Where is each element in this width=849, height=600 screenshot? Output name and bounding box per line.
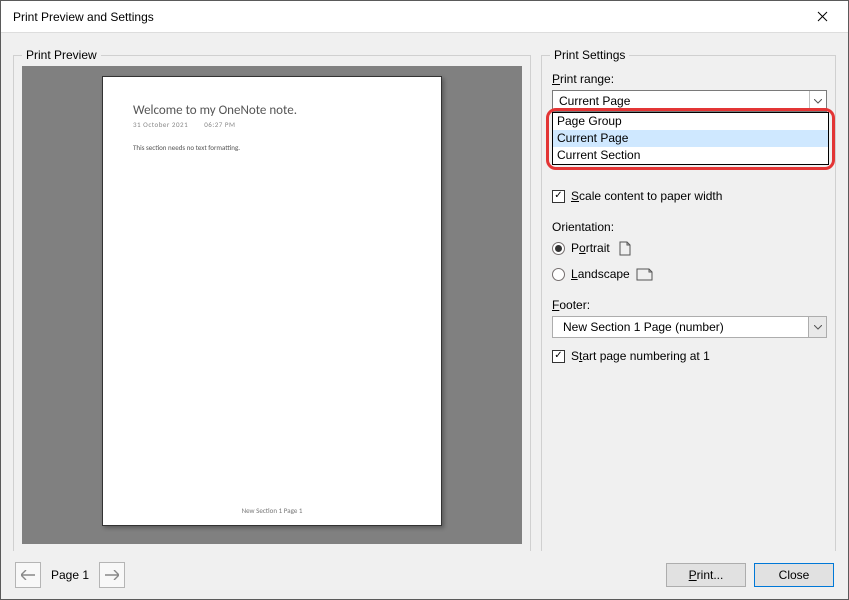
- close-icon: [817, 11, 828, 22]
- footer-label: Footer:: [552, 298, 825, 312]
- footer-dropdown-button[interactable]: [808, 317, 826, 337]
- close-window-button[interactable]: [804, 3, 840, 31]
- print-preview-legend: Print Preview: [22, 48, 101, 62]
- preview-page-footer: New Section 1 Page 1: [103, 506, 441, 515]
- preview-page-time: 06:27 PM: [204, 120, 235, 129]
- arrow-left-icon: [21, 570, 35, 580]
- bottom-bar: Page 1 Print... Close: [1, 551, 848, 599]
- start-numbering-row[interactable]: Start page numbering at 1: [552, 346, 825, 366]
- start-numbering-checkbox[interactable]: [552, 350, 565, 363]
- footer-value: New Section 1 Page (number): [553, 320, 808, 334]
- preview-page-date: 31 October 2021: [133, 120, 188, 129]
- scale-content-label: Scale content to paper width: [571, 189, 722, 203]
- footer-select[interactable]: New Section 1 Page (number): [552, 316, 827, 338]
- scale-content-checkbox[interactable]: [552, 190, 565, 203]
- portrait-icon: [616, 241, 634, 256]
- print-range-option-current-section[interactable]: Current Section: [553, 147, 828, 164]
- print-settings-legend: Print Settings: [550, 48, 629, 62]
- chevron-down-icon: [814, 99, 822, 104]
- preview-canvas: Welcome to my OneNote note. 31 October 2…: [22, 66, 522, 544]
- print-preview-group: Print Preview Welcome to my OneNote note…: [13, 55, 531, 555]
- page-indicator: Page 1: [51, 568, 89, 582]
- titlebar: Print Preview and Settings: [1, 1, 848, 33]
- print-range-dropdown-button[interactable]: [809, 91, 826, 111]
- preview-page-meta: 31 October 2021 06:27 PM: [133, 120, 411, 129]
- landscape-icon: [636, 268, 654, 281]
- close-button[interactable]: Close: [754, 563, 834, 587]
- arrow-right-icon: [105, 570, 119, 580]
- print-button[interactable]: Print...: [666, 563, 746, 587]
- next-page-button[interactable]: [99, 562, 125, 588]
- orientation-portrait-row[interactable]: Portrait: [552, 238, 825, 258]
- orientation-landscape-radio[interactable]: [552, 268, 565, 281]
- print-range-value: Current Page: [553, 94, 809, 108]
- orientation-landscape-label: Landscape: [571, 267, 630, 281]
- preview-page-body: This section needs no text formatting.: [133, 143, 411, 152]
- print-range-dropdown-list: Page Group Current Page Current Section: [552, 112, 829, 165]
- window-title: Print Preview and Settings: [13, 10, 804, 24]
- print-preview-dialog: Print Preview and Settings Print Preview…: [0, 0, 849, 600]
- start-numbering-label: Start page numbering at 1: [571, 349, 710, 363]
- orientation-label: Orientation:: [552, 220, 825, 234]
- orientation-landscape-row[interactable]: Landscape: [552, 264, 825, 284]
- print-settings-group: Print Settings Print range: Current Page…: [541, 55, 836, 555]
- print-range-option-page-group[interactable]: Page Group: [553, 113, 828, 130]
- preview-page-title: Welcome to my OneNote note.: [133, 103, 411, 118]
- settings-inner: Print range: Current Page Page Group Cur…: [552, 72, 825, 366]
- scale-content-row[interactable]: Scale content to paper width: [552, 186, 825, 206]
- orientation-portrait-radio[interactable]: [552, 242, 565, 255]
- print-range-combo[interactable]: Current Page Page Group Current Page Cur…: [552, 90, 827, 112]
- orientation-portrait-label: Portrait: [571, 241, 610, 255]
- print-range-label: Print range:: [552, 72, 825, 86]
- print-range-option-current-page[interactable]: Current Page: [553, 130, 828, 147]
- preview-page: Welcome to my OneNote note. 31 October 2…: [102, 76, 442, 526]
- prev-page-button[interactable]: [15, 562, 41, 588]
- chevron-down-icon: [814, 325, 822, 330]
- dialog-body: Print Preview Welcome to my OneNote note…: [1, 33, 848, 599]
